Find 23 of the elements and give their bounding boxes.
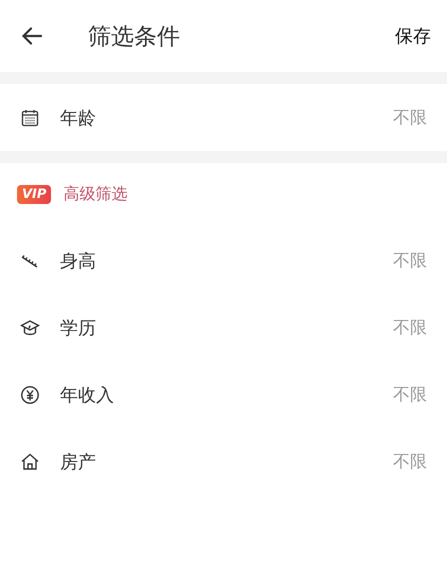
filter-value: 不限 bbox=[393, 384, 427, 406]
save-button[interactable]: 保存 bbox=[395, 20, 431, 52]
section-title: 高级筛选 bbox=[63, 184, 128, 204]
graduation-cap-icon bbox=[20, 318, 40, 338]
filter-value: 不限 bbox=[393, 250, 427, 272]
filter-value: 不限 bbox=[393, 451, 427, 473]
filter-label: 年龄 bbox=[60, 106, 97, 130]
filter-label: 年收入 bbox=[60, 384, 115, 406]
filter-label: 学历 bbox=[60, 316, 97, 340]
calendar-icon bbox=[20, 108, 40, 128]
filter-label: 身高 bbox=[60, 250, 97, 272]
filter-row[interactable]: 年龄 不限 bbox=[0, 84, 447, 151]
filter-value: 不限 bbox=[393, 317, 427, 339]
yen-icon bbox=[20, 384, 40, 404]
vip-badge: VIP bbox=[17, 184, 52, 204]
filter-row[interactable]: 身高 不限 bbox=[0, 227, 447, 294]
filter-row[interactable]: 房产 不限 bbox=[0, 428, 447, 495]
filter-row[interactable]: 年收入 不限 bbox=[0, 361, 447, 428]
filter-row[interactable]: 学历 不限 bbox=[0, 294, 447, 361]
house-icon bbox=[20, 452, 40, 472]
filter-value: 不限 bbox=[393, 107, 427, 129]
page-title: 筛选条件 bbox=[88, 22, 181, 52]
filter-label: 房产 bbox=[60, 450, 97, 474]
